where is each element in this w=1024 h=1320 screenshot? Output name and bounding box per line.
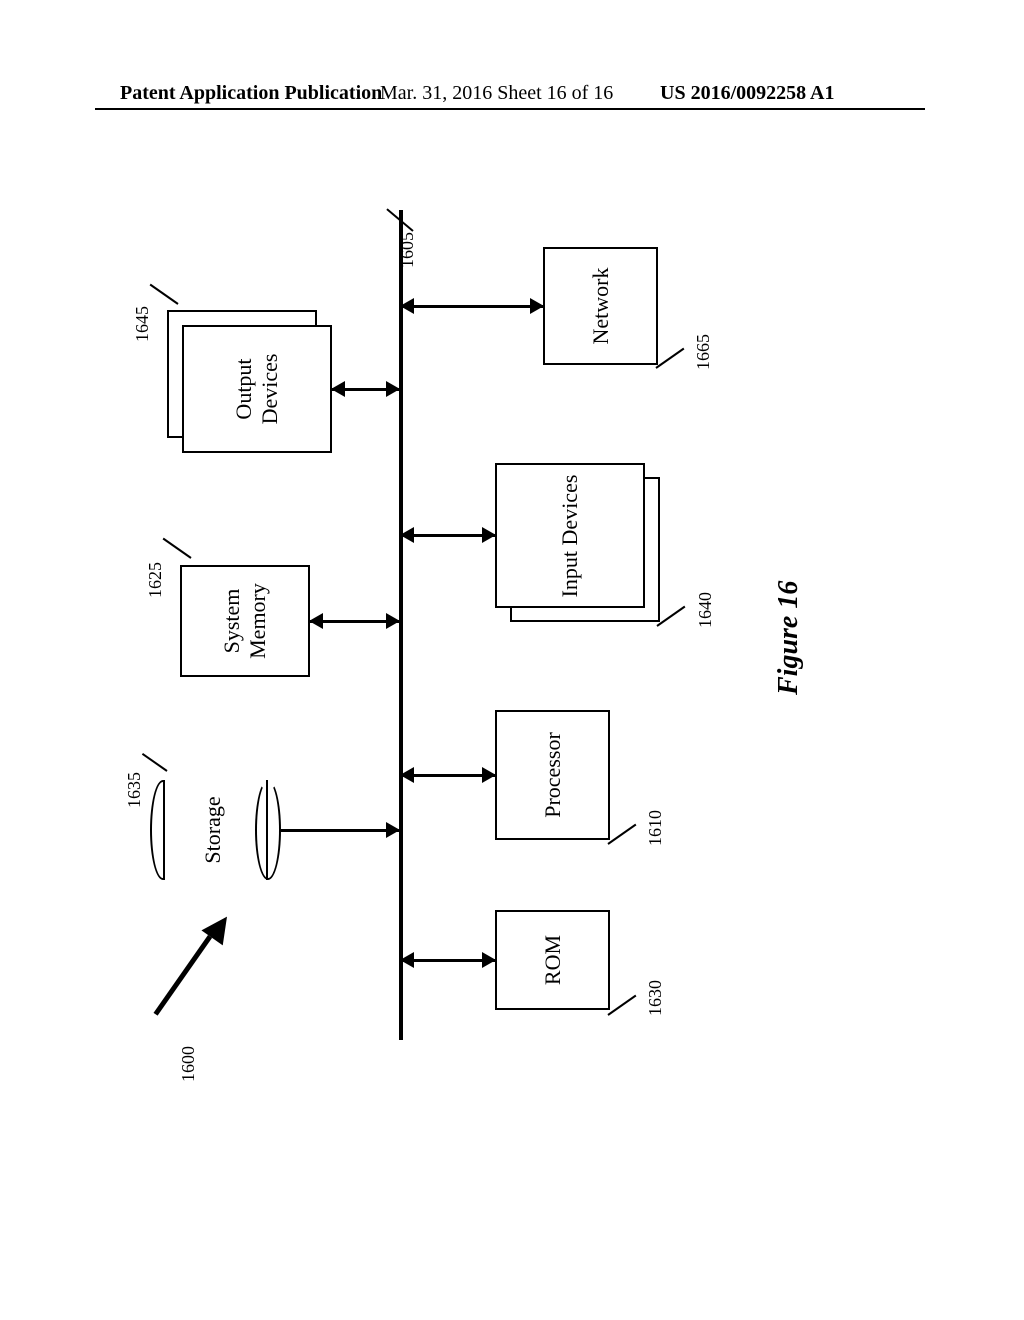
system-memory-to-bus-arrow [310, 620, 399, 623]
rom-to-bus-arrow [401, 959, 495, 962]
leader-1665 [655, 348, 684, 369]
ref-1610: 1610 [645, 810, 666, 846]
input-devices-block: Input Devices [495, 463, 645, 608]
output-devices-block: Output Devices [182, 325, 332, 453]
ref-1640: 1640 [695, 592, 716, 628]
network-to-bus-arrow [401, 305, 543, 308]
output-devices-to-bus-arrow [332, 388, 399, 391]
input-devices-label: Input Devices [557, 474, 583, 597]
storage-to-bus-arrow [281, 829, 399, 832]
leader-1630 [607, 995, 636, 1016]
ref-1625: 1625 [145, 562, 166, 598]
leader-1625 [163, 538, 192, 559]
header-pub-number: US 2016/0092258 A1 [660, 82, 834, 105]
output-devices-label: Output Devices [231, 354, 283, 425]
ref-1645: 1645 [132, 306, 153, 342]
patent-figure-page: Patent Application Publication Mar. 31, … [0, 0, 1024, 1320]
network-label: Network [588, 268, 614, 345]
processor-label: Processor [540, 732, 566, 818]
header-rule [95, 108, 925, 110]
system-pointer-arrow [154, 935, 213, 1016]
network-block: Network [543, 247, 658, 365]
header-publication: Patent Application Publication [120, 82, 382, 105]
leader-1640 [656, 606, 685, 627]
input-devices-to-bus-arrow [401, 534, 495, 537]
header-date-sheet: Mar. 31, 2016 Sheet 16 of 16 [380, 82, 613, 105]
rom-label: ROM [540, 935, 566, 985]
ref-1605: 1605 [397, 232, 418, 268]
ref-1635: 1635 [124, 772, 145, 808]
leader-1635 [142, 753, 168, 772]
processor-block: Processor [495, 710, 610, 840]
rom-block: ROM [495, 910, 610, 1010]
system-memory-block: System Memory [180, 565, 310, 677]
storage-label: Storage [200, 796, 226, 863]
ref-1630: 1630 [645, 980, 666, 1016]
system-memory-label: System Memory [219, 583, 271, 659]
leader-1610 [607, 824, 636, 845]
processor-to-bus-arrow [401, 774, 495, 777]
figure-caption: Figure 16 [773, 581, 805, 695]
ref-1665: 1665 [693, 334, 714, 370]
leader-1645 [150, 284, 179, 305]
ref-1600: 1600 [178, 1046, 199, 1082]
figure-16-diagram: 1605 1600 Storage 1635 System Memory 162… [95, 170, 925, 1200]
